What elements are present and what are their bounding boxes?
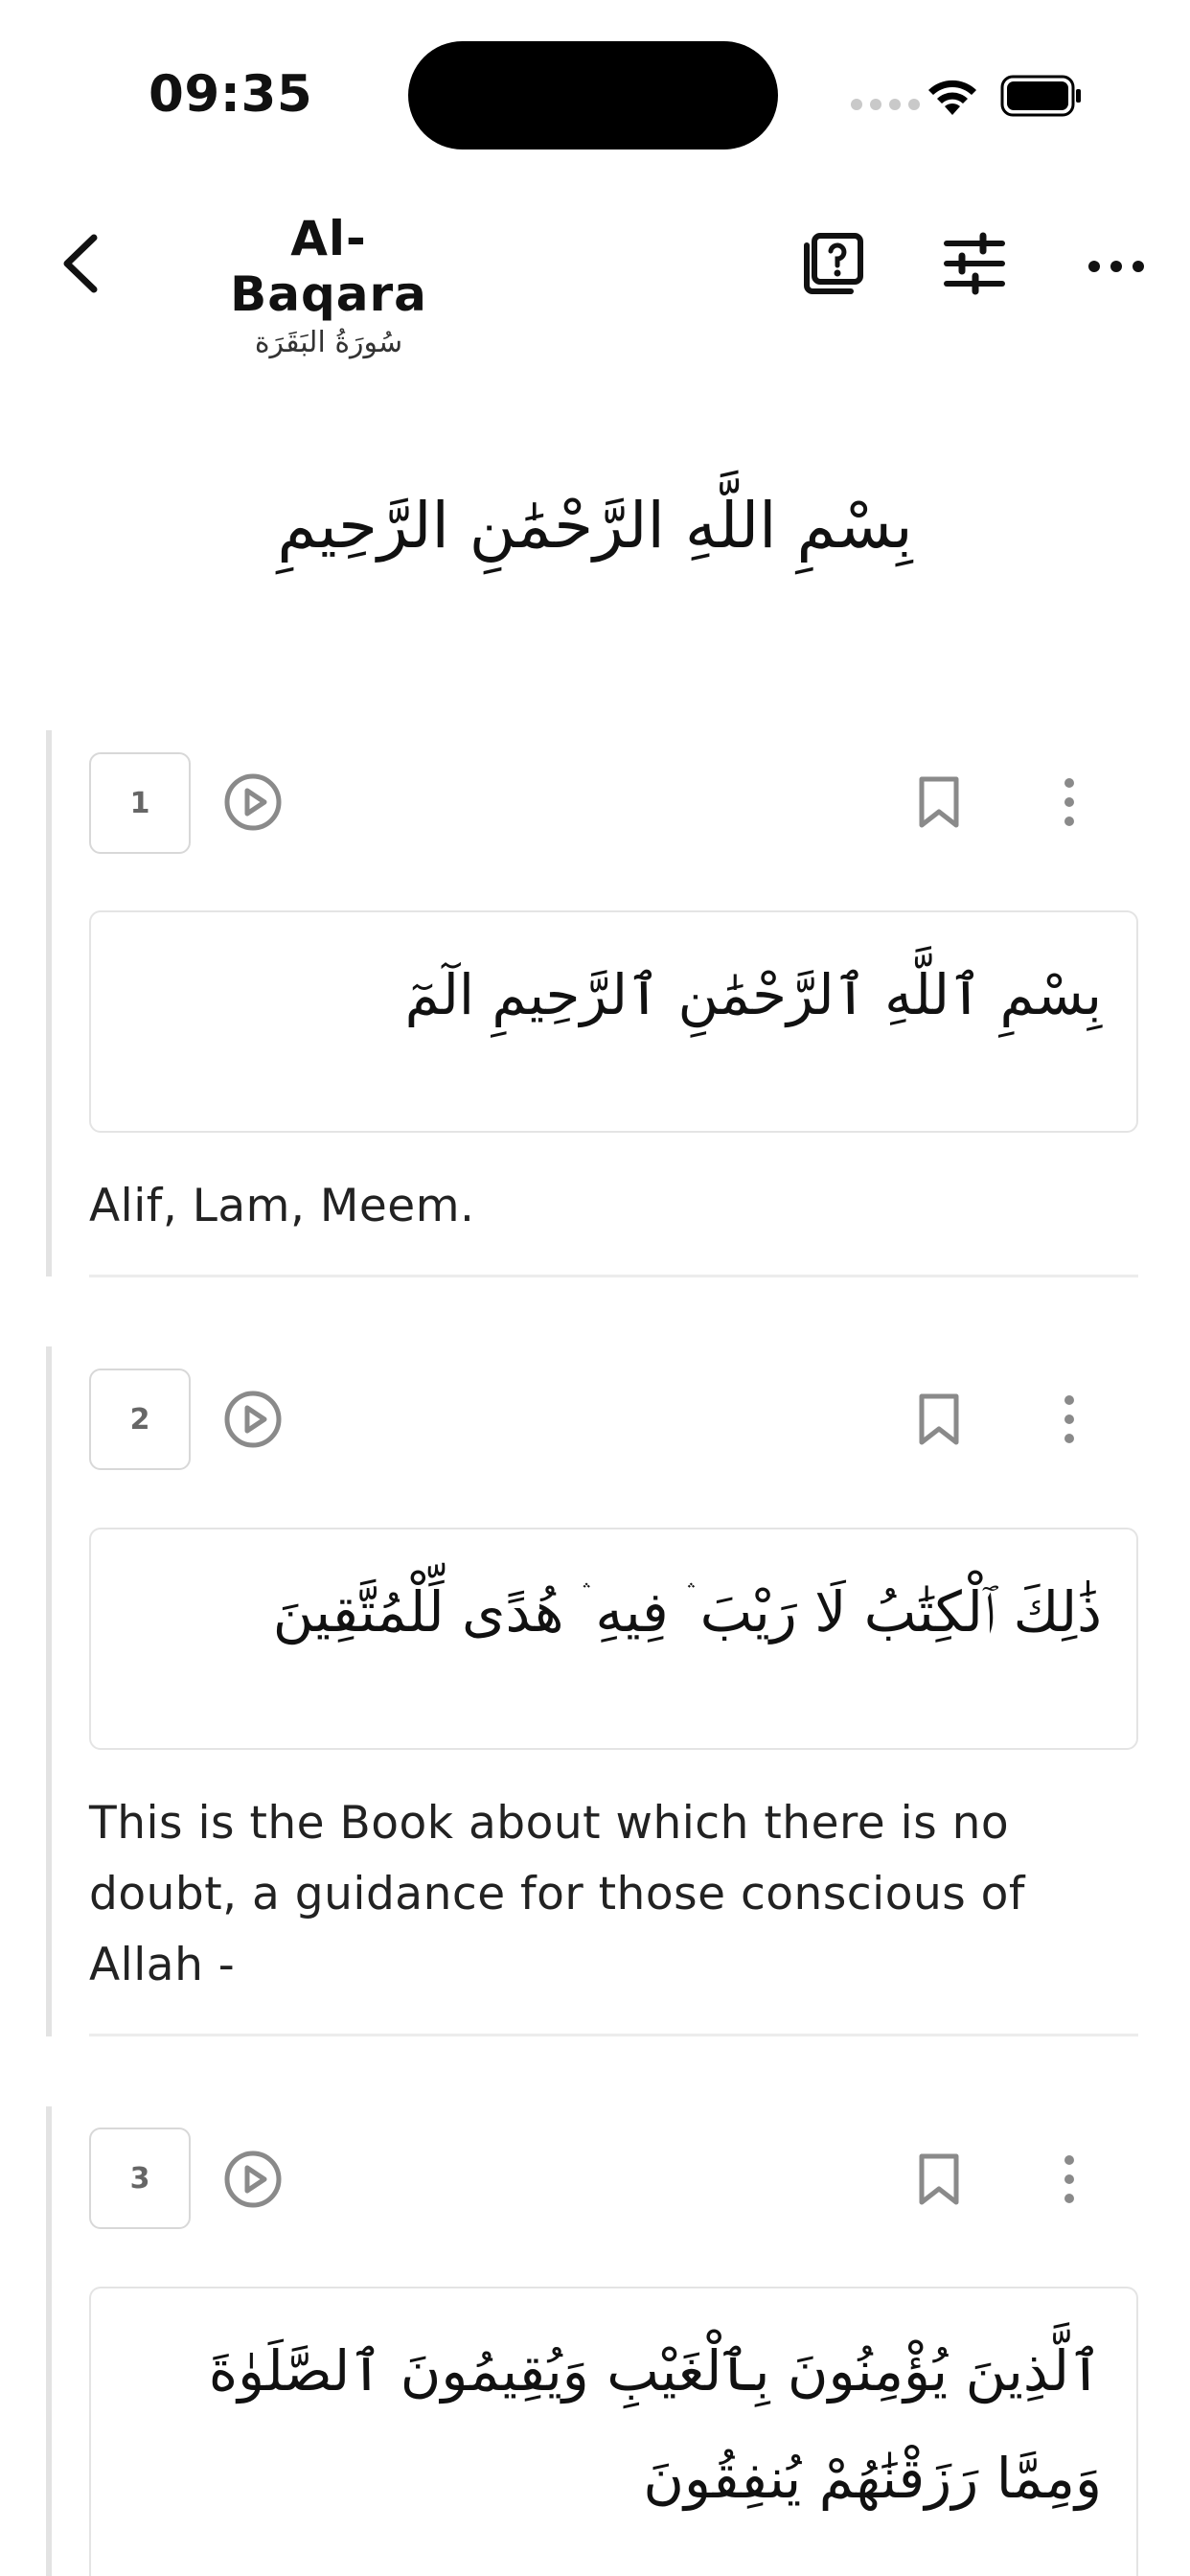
verse-translation: Alif, Lam, Meem. <box>89 1180 475 1232</box>
verse-number-badge[interactable]: 1 <box>89 752 191 854</box>
cellular-signal-icon <box>851 99 920 110</box>
surah-arabic-title: سُورَةُ البَقَرَة <box>254 326 403 359</box>
verse-number-badge[interactable]: 2 <box>89 1368 191 1470</box>
status-time: 09:35 <box>149 65 313 124</box>
verse-arabic-text: ذَٰلِكَ ٱلْكِتَٰبُ لَا رَيْبَ ۛ فِيهِ ۛ … <box>89 1528 1138 1750</box>
verse-accent-bar <box>46 730 52 1276</box>
verse-translation: This is the Book about which there is no… <box>89 1797 1025 1991</box>
wifi-icon <box>928 80 976 115</box>
surah-title-block: Al-Baqara سُورَةُ البَقَرَة <box>199 211 458 359</box>
back-chevron-icon[interactable] <box>54 230 111 297</box>
more-vertical-icon[interactable] <box>1052 775 1087 829</box>
bookmark-icon[interactable] <box>917 775 961 829</box>
verse-accent-bar <box>46 2106 52 2576</box>
verse-arabic-text: ٱلَّذِينَ يُؤْمِنُونَ بِٱلْغَيْبِ وَيُقِ… <box>89 2287 1138 2576</box>
more-vertical-icon[interactable] <box>1052 1392 1087 1446</box>
sliders-icon[interactable] <box>941 230 1008 297</box>
more-vertical-icon[interactable] <box>1052 2152 1087 2206</box>
bookmark-icon[interactable] <box>917 2152 961 2206</box>
play-circle-icon[interactable] <box>223 2150 283 2209</box>
play-circle-icon[interactable] <box>223 1390 283 1449</box>
play-circle-icon[interactable] <box>223 772 283 832</box>
verse-number-badge[interactable]: 3 <box>89 2128 191 2229</box>
help-square-icon[interactable] <box>799 230 866 297</box>
verse-divider <box>89 1275 1138 1277</box>
bismillah-heading: بِسْمِ اللَّهِ الرَّحْمَٰنِ الرَّحِيمِ <box>277 489 913 563</box>
bookmark-icon[interactable] <box>917 1392 961 1446</box>
verse-arabic-text: بِسْمِ ٱللَّهِ ٱلرَّحْمَٰنِ ٱلرَّحِيمِ ا… <box>89 910 1138 1133</box>
dynamic-island <box>408 41 778 150</box>
battery-icon <box>1000 75 1081 117</box>
verse-divider <box>89 2034 1138 2036</box>
verse-accent-bar <box>46 1346 52 2036</box>
surah-title: Al-Baqara <box>230 211 427 322</box>
more-horizontal-icon[interactable] <box>1083 230 1150 297</box>
